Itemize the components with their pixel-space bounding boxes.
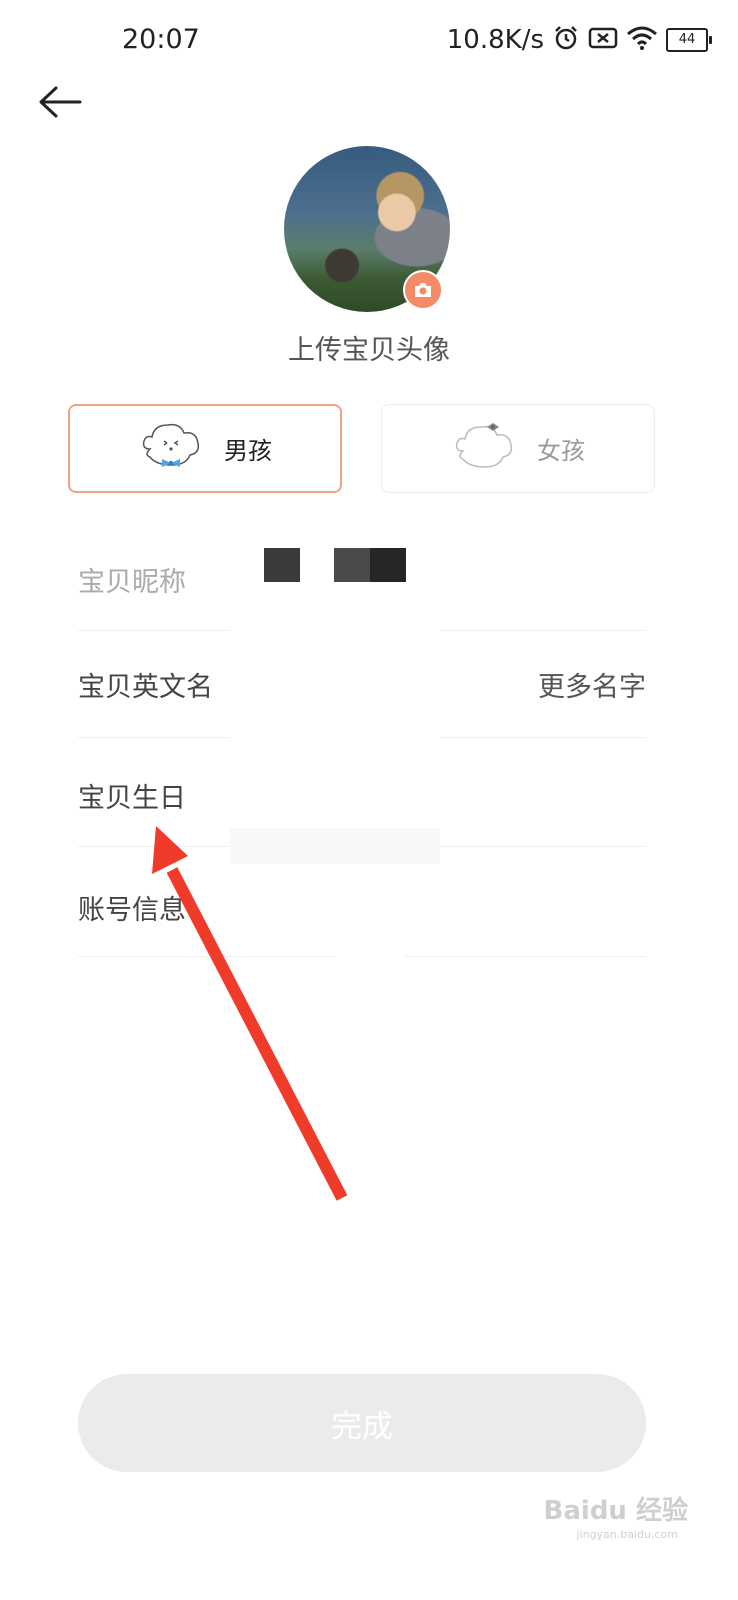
english-name-label: 宝贝英文名 [78,672,213,703]
nickname-label: 宝贝昵称 [78,567,186,598]
boy-face-icon [138,419,206,479]
wifi-icon [626,25,658,55]
retouch-patch-3 [230,828,440,864]
nickname-value-mosaic [264,548,300,582]
avatar-upload[interactable] [284,146,450,312]
status-bar: 20:07 10.8K/s 44 [0,0,738,80]
retouch-patch-4 [335,940,405,964]
more-names-link[interactable]: 更多名字 [538,665,646,704]
alarm-icon [552,24,580,56]
watermark-url: jingyan.baidu.com [576,1528,678,1541]
battery-icon: 44 [666,28,712,52]
no-sim-icon [588,26,618,54]
account-info-label: 账号信息 [78,895,186,926]
retouch-patch-2 [230,706,440,746]
gender-girl-label: 女孩 [537,437,585,465]
retouch-patch [230,600,440,640]
baidu-watermark: Baidu 经验 [543,1496,688,1526]
nickname-value-mosaic-3 [370,548,406,582]
network-speed: 10.8K/s [446,25,544,55]
done-button[interactable]: 完成 [78,1374,646,1472]
upload-avatar-label[interactable]: 上传宝贝头像 [0,328,738,367]
status-time: 20:07 [122,24,200,55]
gender-boy-option[interactable]: 男孩 [68,404,342,493]
nickname-value-mosaic-2 [334,548,370,582]
gender-boy-label: 男孩 [224,437,272,465]
girl-face-icon [451,419,519,479]
back-button[interactable] [36,82,84,122]
gender-girl-option[interactable]: 女孩 [381,404,655,493]
camera-icon[interactable] [403,270,443,310]
status-icons: 10.8K/s 44 [446,24,712,56]
birthday-label: 宝贝生日 [78,783,186,814]
arrow-left-icon [39,86,82,118]
